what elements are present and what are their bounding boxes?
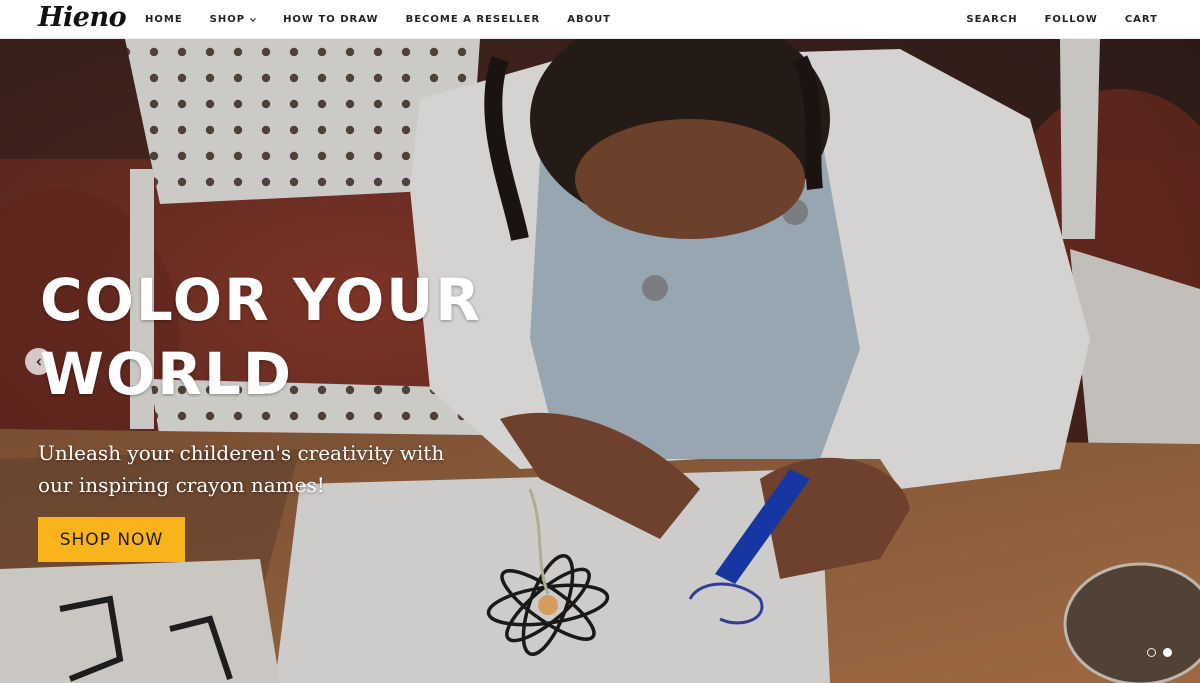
nav-cart[interactable]: CART — [1125, 14, 1158, 25]
hero-headline-line1: COLOR YOUR — [40, 266, 482, 334]
nav-become-reseller-label: BECOME A RESELLER — [405, 14, 541, 25]
shop-now-button[interactable]: SHOP NOW — [38, 517, 185, 562]
nav-shop-label: SHOP — [209, 14, 246, 25]
slider-pagination — [1140, 648, 1172, 657]
nav-about[interactable]: ABOUT — [567, 14, 611, 25]
slider-prev-button[interactable] — [25, 348, 52, 375]
nav-cart-label: CART — [1124, 14, 1158, 25]
nav-follow[interactable]: FOLLOW — [1045, 14, 1098, 25]
primary-nav: HOME SHOP HOW TO DRAW BECOME A RESELLER … — [145, 0, 638, 39]
nav-home[interactable]: HOME — [145, 14, 183, 25]
chevron-down-icon — [250, 17, 256, 22]
hero-headline: COLOR YOUR WORLD — [40, 263, 500, 411]
nav-follow-label: FOLLOW — [1044, 14, 1098, 25]
nav-about-label: ABOUT — [567, 14, 612, 25]
brand-logo[interactable]: Hieno — [38, 2, 127, 33]
hero-headline-line2: WORLD — [40, 340, 294, 408]
hero-subtext: Unleash your childeren's creativity with… — [38, 441, 445, 497]
site-header: Hieno HOME SHOP HOW TO DRAW BECOME A RES… — [0, 0, 1200, 39]
nav-how-to-draw-label: HOW TO DRAW — [283, 14, 379, 25]
nav-home-label: HOME — [145, 14, 183, 25]
slide-dot-2[interactable] — [1163, 648, 1172, 657]
slide-dot-1[interactable] — [1147, 648, 1156, 657]
hero-slider: COLOR YOUR WORLD Unleash your childeren'… — [0, 39, 1200, 683]
utility-nav: SEARCH FOLLOW CART — [939, 0, 1158, 39]
nav-search-label: SEARCH — [966, 14, 1018, 25]
nav-become-reseller[interactable]: BECOME A RESELLER — [406, 14, 541, 25]
chevron-left-icon — [35, 357, 41, 366]
nav-shop[interactable]: SHOP — [210, 14, 256, 25]
nav-search[interactable]: SEARCH — [966, 14, 1017, 25]
nav-how-to-draw[interactable]: HOW TO DRAW — [283, 14, 379, 25]
